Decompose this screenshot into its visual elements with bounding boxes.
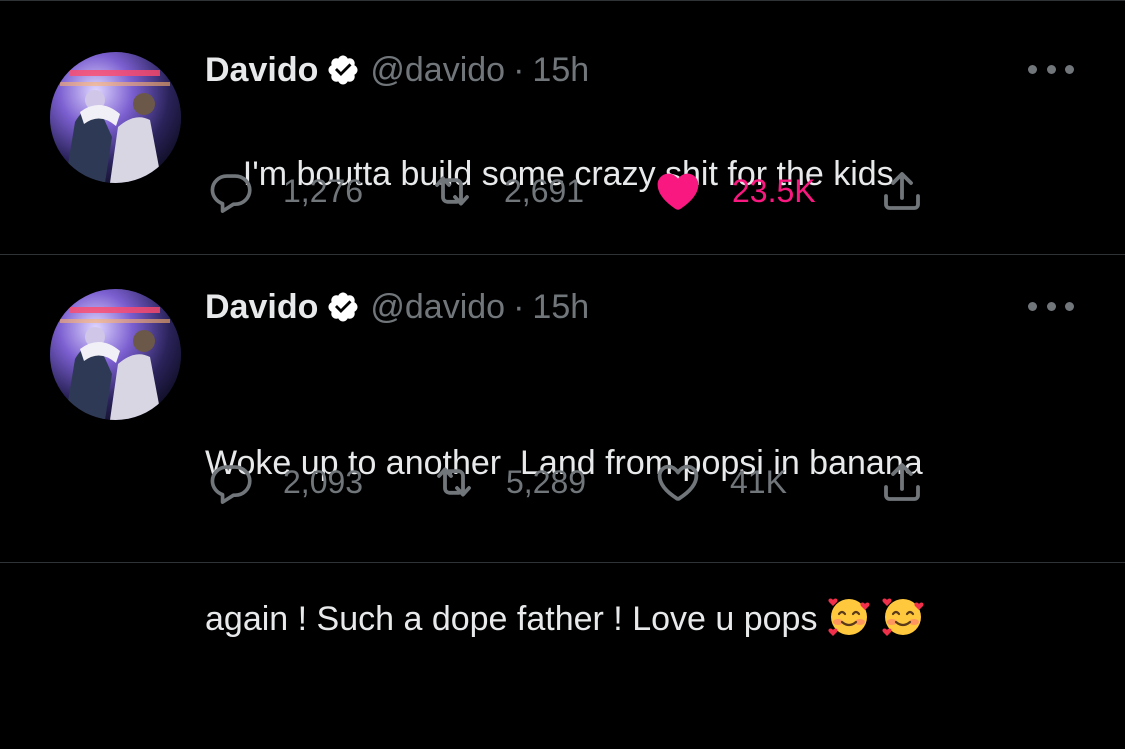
like-count: 23.5K — [732, 172, 816, 209]
more-options-icon[interactable] — [1028, 298, 1074, 314]
author-handle[interactable]: @davido — [370, 288, 505, 327]
reply-icon — [207, 458, 255, 506]
reply-count: 1,276 — [283, 172, 364, 209]
avatar[interactable] — [50, 52, 181, 183]
tweet-2[interactable]: Davido @davido · 15h Woke up to another … — [0, 254, 1125, 638]
reply-button[interactable]: 1,276 — [207, 166, 363, 216]
tweet-text-line-2: again ! Such a dope father ! Love u pops — [205, 593, 1085, 645]
tweet-timestamp[interactable]: 15h — [532, 288, 589, 327]
reply-count: 2,093 — [283, 463, 364, 500]
share-button[interactable] — [878, 166, 926, 216]
tweet-1[interactable]: Davido @davido · 15h I'm boutta build so… — [0, 0, 1125, 254]
avatar-image — [50, 52, 181, 183]
tweet-header: Davido @davido · 15h — [205, 50, 589, 90]
retweet-icon — [430, 458, 478, 506]
verified-badge-icon — [326, 53, 360, 87]
retweet-button[interactable]: 2,691 — [428, 166, 584, 216]
separator-dot: · — [513, 287, 525, 326]
separator-dot: · — [513, 50, 525, 89]
avatar[interactable] — [50, 289, 181, 420]
author-name[interactable]: Davido — [205, 288, 318, 327]
retweet-icon — [428, 167, 476, 215]
like-count: 41K — [730, 463, 787, 500]
share-button[interactable] — [878, 457, 926, 507]
share-icon — [878, 167, 926, 215]
author-handle[interactable]: @davido — [370, 51, 505, 90]
verified-badge-icon — [326, 290, 360, 324]
author-name[interactable]: Davido — [205, 51, 318, 90]
retweet-button[interactable]: 5,289 — [430, 457, 586, 507]
share-icon — [878, 458, 926, 506]
smiling-face-with-hearts-emoji — [881, 594, 925, 638]
tweet-timestamp[interactable]: 15h — [532, 51, 589, 90]
heart-filled-icon — [654, 167, 702, 215]
reply-button[interactable]: 2,093 — [207, 457, 363, 507]
smiling-face-with-hearts-emoji — [827, 594, 871, 638]
retweet-count: 2,691 — [504, 172, 585, 209]
reply-icon — [207, 167, 255, 215]
heart-outline-icon — [654, 458, 702, 506]
avatar-image — [50, 289, 181, 420]
like-button[interactable]: 41K — [654, 457, 787, 507]
tweet-text-line-2-text: again ! Such a dope father ! Love u pops — [205, 600, 818, 638]
tweet-text: Woke up to another Land from popsi in ba… — [205, 333, 1085, 749]
more-options-icon[interactable] — [1028, 61, 1074, 77]
retweet-count: 5,289 — [506, 463, 587, 500]
tweet-header: Davido @davido · 15h — [205, 287, 589, 327]
like-button[interactable]: 23.5K — [654, 166, 816, 216]
